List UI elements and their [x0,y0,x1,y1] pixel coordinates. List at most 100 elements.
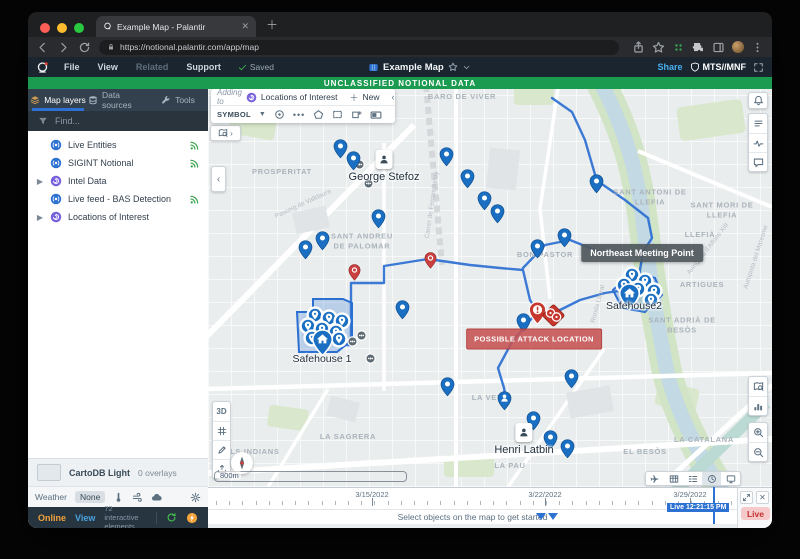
time-button[interactable] [702,472,721,485]
menu-support[interactable]: Support [179,62,228,72]
search-area-button[interactable] [749,377,767,396]
expand-caret-icon[interactable]: ▶ [36,213,44,222]
browser-menu-icon[interactable] [751,41,764,54]
table-button[interactable] [665,472,684,485]
annotation-plain[interactable]: Safehouse2 [606,300,662,312]
minimize-window-button[interactable] [57,23,67,33]
document-title-group[interactable]: Example Map [368,62,471,73]
basemap-row[interactable]: CartoDB Light 0 overlays [28,458,208,486]
forward-button[interactable] [57,41,70,54]
draw-polygon-icon[interactable] [313,109,324,120]
map-pin-marker[interactable] [440,377,455,397]
annotation-plain[interactable]: Safehouse 1 [293,353,352,365]
menu-related[interactable]: Related [129,62,176,72]
histogram-button[interactable] [749,396,767,415]
toggle-3d-button[interactable]: 3D [213,402,230,421]
wind-icon[interactable] [132,492,143,503]
tab-close-icon[interactable]: ✕ [241,21,249,32]
layer-row-live-entities[interactable]: Live Entities [28,136,208,154]
timeline-handle-icon[interactable] [548,513,558,520]
live-button[interactable]: Live [741,507,770,520]
zoom-in-button[interactable] [749,423,767,442]
zoom-out-button[interactable] [749,442,767,461]
map-pin-marker[interactable] [530,239,545,259]
map-pin-marker[interactable] [557,228,572,248]
map-pin-marker[interactable] [315,231,330,251]
fullscreen-icon[interactable] [753,62,764,73]
map-pin-marker[interactable] [298,240,313,260]
target-layer-select[interactable]: Locations of Interest [261,92,338,102]
palantir-logo[interactable] [36,61,49,74]
map-pin-marker[interactable] [371,209,386,229]
menu-file[interactable]: File [57,62,87,72]
expand-caret-icon[interactable]: ▶ [36,177,44,186]
layer-row-bas-detection[interactable]: Live feed - BAS Detection [28,190,208,208]
zoom-window-button[interactable] [74,23,84,33]
presentation-button[interactable] [721,472,740,485]
map-dot-marker[interactable] [356,330,367,341]
profile-avatar[interactable] [732,41,744,53]
route-line[interactable] [552,98,596,178]
map-person-pin-marker[interactable] [497,391,512,411]
layer-find-input[interactable]: Find... [28,111,208,131]
timeline-expand-button[interactable] [740,491,753,504]
notes-button[interactable] [749,114,767,133]
menu-view[interactable]: View [91,62,125,72]
cloud-icon[interactable] [151,492,162,503]
tab-data-sources[interactable]: Data sources [88,89,148,111]
timeline-handle-icon[interactable] [536,513,546,520]
map-pin-marker[interactable] [460,169,475,189]
annotation-dark[interactable]: Northeast Meeting Point [581,244,703,262]
collapse-toolbar-icon[interactable]: ‹ [392,92,395,102]
browser-tab[interactable]: Example Map - Palantir ✕ [96,16,256,37]
entity-marker[interactable]: George Stefoz [349,150,420,183]
close-window-button[interactable] [40,23,50,33]
annotate-button[interactable] [213,440,230,459]
annotation-red[interactable]: POSSIBLE ATTACK LOCATION [466,329,602,350]
layer-row-sigint[interactable]: SIGINT Notional [28,154,208,172]
timeline-close-button[interactable]: ✕ [756,491,769,504]
map-pin-marker[interactable] [560,439,575,459]
view-mode[interactable]: View [75,513,95,523]
weather-none-button[interactable]: None [75,491,105,503]
map-pin-marker[interactable] [395,300,410,320]
symbol-dropdown[interactable]: SYMBOL [217,110,251,119]
address-bar[interactable]: https://notional.palantir.com/app/map [99,40,619,55]
map-pin-marker[interactable] [490,204,505,224]
layer-row-intel-data[interactable]: ▶ Intel Data [28,172,208,190]
list-button[interactable] [684,472,703,485]
side-panel-icon[interactable] [712,41,725,54]
symbol-caret-icon[interactable]: ▼ [259,111,266,118]
new-object-button[interactable]: New [362,92,379,102]
refresh-icon[interactable] [166,512,177,523]
map-red-pin-marker[interactable] [424,252,437,269]
grid-button[interactable] [213,421,230,440]
extensions-icon[interactable] [692,41,705,54]
flights-button[interactable] [646,472,665,485]
select-area-icon[interactable] [332,109,343,120]
extension-dots-icon[interactable] [672,41,685,54]
map-search-button[interactable]: › [210,125,241,141]
map-dot-marker[interactable] [365,353,376,364]
entity-marker[interactable]: Henri Latbin [494,423,553,456]
activity-button[interactable] [749,133,767,152]
card-view-icon[interactable] [370,109,382,121]
new-tab-button[interactable]: ＋ [266,16,278,33]
map-pin-marker[interactable] [589,174,604,194]
map-pin-marker[interactable] [439,147,454,167]
map-red-cluster-marker[interactable] [540,302,567,329]
timeline-track[interactable]: 3/15/20223/22/20223/29/2022 [208,487,737,509]
more-tools-icon[interactable]: ••• [293,110,305,120]
tab-map-layers[interactable]: Map layers [28,89,88,111]
bolt-icon[interactable] [186,512,198,524]
map-canvas[interactable]: PROSPERITATBARO DE VIVERSANT ANDREU DE P… [208,89,772,487]
tab-tools[interactable]: Tools [148,89,208,111]
map-red-pin-marker[interactable] [348,264,361,281]
bookmark-icon[interactable] [652,41,665,54]
add-region-icon[interactable] [351,109,362,120]
window-controls[interactable] [40,20,91,38]
reload-button[interactable] [78,41,91,54]
sidebar-collapse-button[interactable]: ‹ [211,166,226,192]
share-button[interactable]: Share [657,62,682,72]
map-pin-marker[interactable] [564,369,579,389]
